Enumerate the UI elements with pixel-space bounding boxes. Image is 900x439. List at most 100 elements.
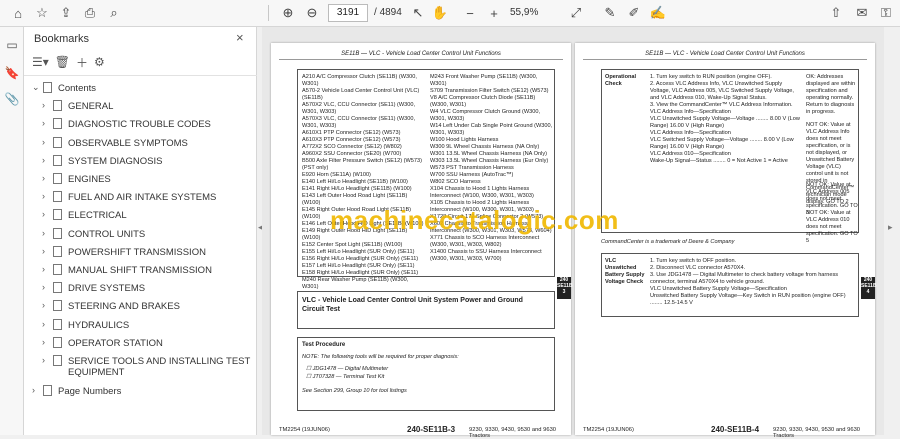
up-icon[interactable]: ⊕ [278, 4, 298, 22]
bookmark-properties-icon[interactable]: ⚙ [94, 55, 105, 69]
doc-line: VLC Switched Supply Voltage—Voltage ....… [650, 137, 794, 150]
chevron-right-icon[interactable]: › [42, 191, 45, 201]
doc-line: 2. Access VLC Address Info, VLC Unswitch… [650, 81, 794, 101]
operational-check-box: Operational Check 1. Turn key switch to … [601, 69, 859, 244]
comment-icon[interactable]: ✎ [600, 4, 620, 22]
bookmark-label: SERVICE TOOLS AND INSTALLING TEST [68, 356, 251, 367]
chevron-right-icon[interactable]: › [42, 173, 45, 183]
section-title: VLC - Vehicle Load Center Control Unit S… [302, 297, 523, 313]
doc-line: VLC Address Info—Specification [650, 109, 731, 115]
mail-icon[interactable]: ✉ [852, 4, 872, 22]
doc-line: A570X2 VLC, CCU Connector (SE11) (W300, … [302, 102, 416, 115]
chevron-right-icon[interactable]: › [42, 319, 45, 329]
not-ok-result: NOT OK: Value at VLC Address 010 does no… [806, 210, 858, 244]
chevron-right-icon[interactable]: › [42, 300, 45, 310]
share-icon[interactable]: ⇧ [826, 4, 846, 22]
watermark: machinecatalogic.com [330, 205, 619, 235]
bookmark-item[interactable]: › DRIVE SYSTEMS [24, 279, 257, 297]
component-list-box: A210 A/C Compressor Clutch (SE11B) (W300… [297, 69, 555, 290]
bookmark-label: Page Numbers [58, 386, 122, 398]
bookmark-item[interactable]: › MANUAL SHIFT TRANSMISSION [24, 261, 257, 279]
chevron-right-icon[interactable]: › [42, 155, 45, 165]
hand-icon[interactable]: ✋ [430, 4, 450, 22]
bookmark-item[interactable]: › OBSERVABLE SYMPTOMS [24, 134, 257, 152]
doc-line: E156 Right Hi/Lo Headlight (SUR Only) (S… [302, 256, 419, 262]
bookmark-item[interactable]: › OPERATOR STATION [24, 334, 257, 352]
section-title-box: VLC - Vehicle Load Center Control Unit S… [297, 291, 555, 329]
fit-icon[interactable]: ⤢ [566, 4, 586, 22]
chevron-right-icon[interactable]: › [42, 228, 45, 238]
zoom-level[interactable]: 55,9% [510, 7, 538, 18]
bookmark-icon [53, 300, 62, 312]
doc-line: A210 A/C Compressor Clutch (SE11B) (W300… [302, 74, 417, 87]
zoom-in-icon[interactable]: + [484, 4, 504, 22]
chevron-right-icon[interactable]: › [42, 100, 45, 110]
chevron-right-icon[interactable]: › [42, 282, 45, 292]
cursor-icon[interactable]: ↖ [408, 4, 428, 22]
panel-title: Bookmarks [34, 33, 90, 45]
chevron-right-icon[interactable]: › [42, 118, 45, 128]
page-header: SE11B — VLC - Vehicle Load Center Contro… [279, 51, 563, 60]
bookmark-item[interactable]: › FUEL AND AIR INTAKE SYSTEMS [24, 188, 257, 206]
doc-line: M240 Rear Washer Pump (SE11B) (W300, W30… [302, 277, 409, 290]
tool-listing-ref: See Section 299, Group 10 for tool listi… [302, 388, 407, 394]
doc-line: S709 Transmission Filter Switch (SE12) (… [430, 88, 549, 94]
chevron-right-icon[interactable]: › [42, 246, 45, 256]
chevron-right-icon[interactable]: › [42, 337, 45, 347]
print-icon[interactable]: ⎙ [80, 4, 100, 22]
doc-line: A570-2 Vehicle Load Center Control Unit … [302, 88, 420, 101]
bookmark-item[interactable]: › DIAGNOSTIC TROUBLE CODES [24, 115, 257, 133]
bookmark-item[interactable]: › Page Numbers [24, 382, 257, 400]
star-icon[interactable]: ☆ [32, 4, 52, 22]
bookmark-item[interactable]: › ENGINES [24, 170, 257, 188]
zoom-out-icon[interactable]: − [460, 4, 480, 22]
chevron-right-icon[interactable]: › [42, 355, 45, 365]
chevron-right-icon[interactable]: › [42, 137, 45, 147]
bookmark-label: CONTROL UNITS [68, 228, 146, 240]
chevron-down-icon[interactable]: ⌄ [32, 82, 40, 93]
bookmark-item[interactable]: › CONTROL UNITS [24, 225, 257, 243]
doc-line: A960X2 SSU Connector (SE20) (W700) [302, 151, 402, 157]
down-icon[interactable]: ⊖ [302, 4, 322, 22]
bookmark-icon[interactable]: 🔖 [4, 65, 20, 81]
doc-line: Unswitched Battery Supply Voltage—Key Sw… [650, 293, 846, 306]
doc-line: E141 Right Hi/Lo Headlight (SE11B) (W100… [302, 186, 412, 192]
bookmark-icon [53, 264, 62, 275]
close-icon[interactable]: × [236, 30, 244, 45]
doc-line: 1. Turn key switch to OFF position. [650, 258, 737, 264]
chevron-right-icon[interactable]: › [32, 385, 35, 395]
new-bookmark-icon[interactable]: ＋ [76, 54, 88, 71]
bookmark-item[interactable]: › STEERING AND BRAKES [24, 297, 257, 315]
bookmark-label: MANUAL SHIFT TRANSMISSION [68, 265, 212, 276]
bookmark-icon [53, 154, 62, 166]
bookmark-item[interactable]: › HYDRAULICS [24, 316, 257, 334]
bookmark-label: ENGINES [68, 174, 111, 185]
options-icon[interactable]: ☰▾ [32, 55, 49, 69]
upload-icon[interactable]: ⇪ [56, 4, 76, 22]
bookmark-icon [53, 136, 62, 148]
pen-icon[interactable]: ✐ [624, 4, 644, 22]
doc-line: X104 Chassis to Hood 1 Lights Harness In… [430, 186, 534, 199]
search-icon[interactable]: ⌕ [104, 4, 124, 22]
lock-icon[interactable]: ⚿ [876, 4, 896, 22]
attachment-icon[interactable]: 📎 [4, 91, 20, 107]
signature-icon[interactable]: ✍ [648, 4, 668, 22]
chevron-right-icon[interactable]: › [42, 264, 45, 274]
thumbnails-icon[interactable]: ▭ [4, 37, 20, 53]
doc-line: X771 Chassis to SCO Harness Interconnect… [430, 235, 540, 248]
page-header: SE11B — VLC - Vehicle Load Center Contro… [583, 51, 867, 60]
bookmark-item[interactable]: › ELECTRICAL [24, 206, 257, 224]
expand-tools-icon[interactable]: ▸ [888, 222, 893, 233]
page-number-input[interactable]: 3191 [328, 4, 368, 22]
doc-line: A610X1 PTP Connector (SE12) (W573) [302, 130, 401, 136]
bookmark-item[interactable]: › POWERSHIFT TRANSMISSION [24, 243, 257, 261]
chevron-right-icon[interactable]: › [42, 209, 45, 219]
test-note: NOTE: The following tools will be requir… [302, 354, 459, 360]
doc-line: W700 SSU Harness (AutoTrac™) [430, 172, 514, 178]
bookmark-item[interactable]: › SYSTEM DIAGNOSIS [24, 152, 257, 170]
bookmark-item[interactable]: › GENERAL [24, 97, 257, 115]
home-icon[interactable]: ⌂ [8, 4, 28, 22]
bookmark-item[interactable]: › SERVICE TOOLS AND INSTALLING TEST EQUIPM… [24, 352, 257, 378]
bookmark-item[interactable]: ⌄ Contents [24, 79, 257, 97]
delete-icon[interactable]: 🗑 [55, 55, 70, 69]
